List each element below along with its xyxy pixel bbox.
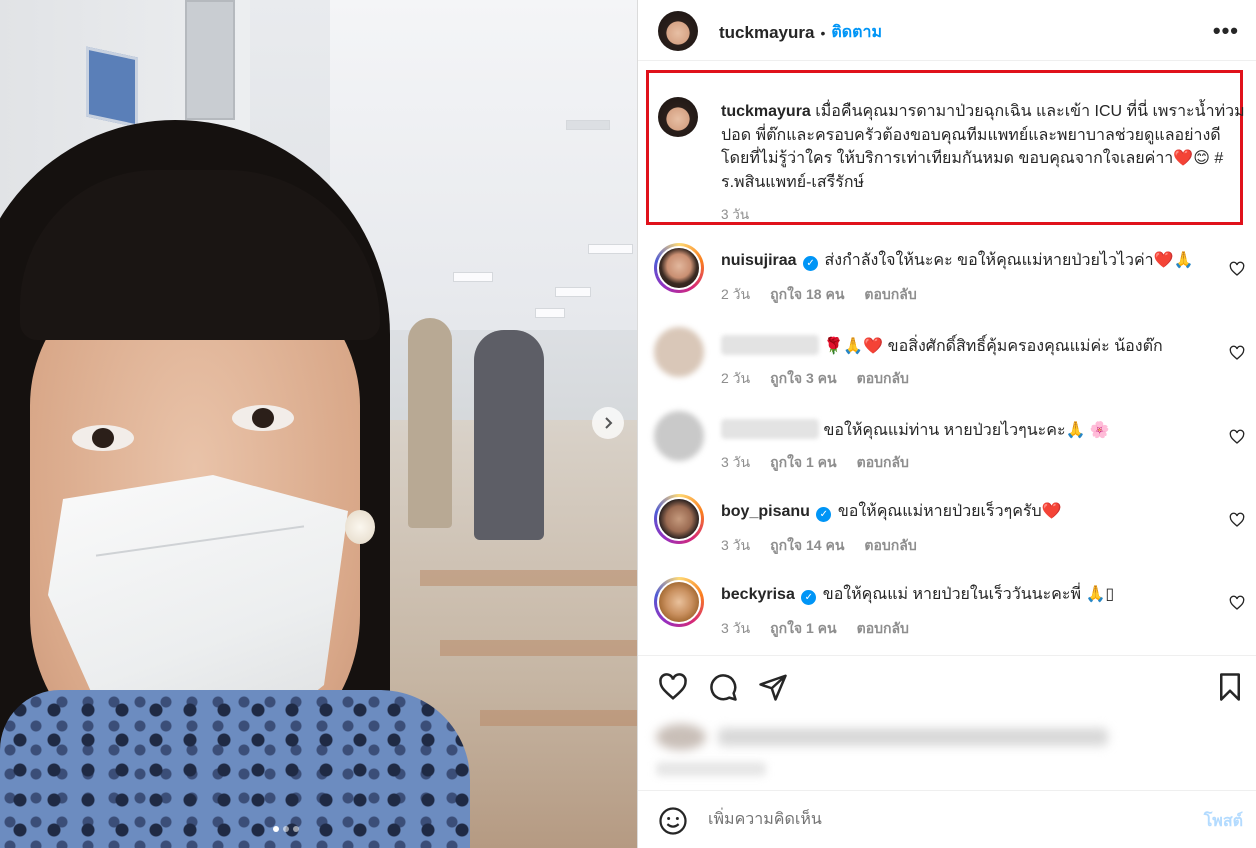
carousel-dot (293, 826, 299, 832)
avatar[interactable] (658, 97, 698, 137)
comment-likes[interactable]: ถูกใจ 18 คน (770, 284, 844, 306)
comment-item: beckyrisa ✓ ขอให้คุณแม่ หายป่วยในเร็ววัน… (638, 577, 1256, 661)
avatar[interactable] (658, 11, 698, 51)
post-photo[interactable] (0, 0, 637, 848)
carousel-dot (283, 826, 289, 832)
ceiling-light (555, 287, 591, 297)
comment-username[interactable] (721, 335, 819, 355)
comment-icon[interactable] (708, 672, 738, 702)
separator-dot: • (820, 24, 826, 41)
verified-badge-icon: ✓ (803, 256, 819, 271)
avatar[interactable] (654, 577, 704, 627)
heart-icon[interactable] (1229, 261, 1245, 277)
eye (72, 425, 134, 451)
reply-button[interactable]: ตอบกลับ (857, 452, 909, 474)
ceiling-light (588, 244, 633, 254)
verified-badge-icon: ✓ (816, 507, 832, 522)
ceiling-vent (566, 120, 610, 130)
action-bar (638, 655, 1256, 717)
carousel-dot (273, 826, 279, 832)
reply-button[interactable]: ตอบกลับ (864, 284, 916, 306)
comment-likes[interactable]: ถูกใจ 14 คน (770, 535, 844, 557)
eye (232, 405, 294, 431)
comment-item: boy_pisanu ✓ ขอให้คุณแม่หายป่วยเร็วๆครับ… (638, 494, 1256, 578)
reply-button[interactable]: ตอบกลับ (857, 618, 909, 640)
avatar[interactable] (654, 494, 704, 544)
post-details-panel: tuckmayura • ติดตาม ••• tuckmayura เมื่อ… (637, 0, 1256, 848)
person-in-hallway (474, 330, 544, 540)
post-comment-button[interactable]: โพสต์ (1204, 809, 1243, 834)
caption: tuckmayura เมื่อคืนคุณมารดามาป่วยฉุกเฉิน… (721, 100, 1251, 227)
heart-icon[interactable] (1229, 345, 1245, 361)
liked-by-blurred (656, 722, 1116, 752)
post-header: tuckmayura • ติดตาม ••• (638, 0, 1256, 61)
heart-icon[interactable] (1229, 429, 1245, 445)
reply-button[interactable]: ตอบกลับ (864, 535, 916, 557)
comment-input[interactable] (708, 805, 1168, 835)
header-username[interactable]: tuckmayura (719, 23, 814, 43)
comment-item: ขอให้คุณแม่ท่าน หายป่วยไวๆนะคะ🙏 🌸 3 วัน … (638, 411, 1256, 495)
avatar[interactable] (654, 243, 704, 293)
comment-time[interactable]: 2 วัน (721, 284, 750, 306)
reply-button[interactable]: ตอบกลับ (857, 368, 909, 390)
heart-icon[interactable] (658, 672, 688, 702)
carousel-indicator (273, 826, 299, 832)
comment-text: 🌹🙏❤️ ขอสิ่งศักดิ์สิทธิ์คุ้มครองคุณแม่ค่ะ… (823, 338, 1163, 355)
avatar[interactable] (654, 327, 704, 377)
hallway-door (185, 0, 235, 120)
comment-username[interactable]: boy_pisanu (721, 503, 810, 520)
comment-username[interactable] (721, 419, 819, 439)
chevron-right-icon[interactable] (592, 407, 624, 439)
ceiling-light (535, 308, 565, 318)
heart-icon[interactable] (1229, 595, 1245, 611)
comment-text: ขอให้คุณแม่หายป่วยเร็วๆครับ❤️ (837, 503, 1062, 520)
earring (345, 510, 375, 544)
ceiling-light (453, 272, 493, 282)
comment-time[interactable]: 3 วัน (721, 452, 750, 474)
comment-likes[interactable]: ถูกใจ 3 คน (770, 368, 837, 390)
post-date-blurred (656, 762, 766, 776)
comment-likes[interactable]: ถูกใจ 1 คน (770, 618, 837, 640)
bookmark-icon[interactable] (1215, 672, 1245, 702)
comment-likes[interactable]: ถูกใจ 1 คน (770, 452, 837, 474)
wall-sign (86, 46, 138, 128)
comment-item: 🌹🙏❤️ ขอสิ่งศักดิ์สิทธิ์คุ้มครองคุณแม่ค่ะ… (638, 327, 1256, 411)
heart-icon[interactable] (1229, 512, 1245, 528)
add-comment-bar: โพสต์ (638, 790, 1256, 848)
comment-text: ขอให้คุณแม่ท่าน หายป่วยไวๆนะคะ🙏 🌸 (823, 422, 1110, 439)
send-icon[interactable] (758, 672, 788, 702)
leopard-shirt (0, 690, 470, 848)
comment-time[interactable]: 2 วัน (721, 368, 750, 390)
comment-text: ขอให้คุณแม่ หายป่วยในเร็ววันนะคะพี่ 🙏▯ (822, 586, 1115, 603)
comment-username[interactable]: nuisujiraa (721, 252, 797, 269)
comment-text: ส่งกำลังใจให้นะคะ ขอให้คุณแม่หายป่วยไวไว… (824, 252, 1194, 269)
emoji-icon[interactable] (658, 806, 688, 836)
follow-button[interactable]: ติดตาม (831, 20, 882, 45)
comment-item: nuisujiraa ✓ ส่งกำลังใจให้นะคะ ขอให้คุณแ… (638, 243, 1256, 327)
person-in-hallway (408, 318, 452, 528)
verified-badge-icon: ✓ (801, 590, 817, 605)
comment-time[interactable]: 3 วัน (721, 618, 750, 640)
caption-time: 3 วัน (721, 207, 750, 222)
caption-username[interactable]: tuckmayura (721, 103, 811, 120)
comment-time[interactable]: 3 วัน (721, 535, 750, 557)
more-options-icon[interactable]: ••• (1213, 18, 1239, 44)
avatar[interactable] (654, 411, 704, 461)
comment-username[interactable]: beckyrisa (721, 586, 795, 603)
